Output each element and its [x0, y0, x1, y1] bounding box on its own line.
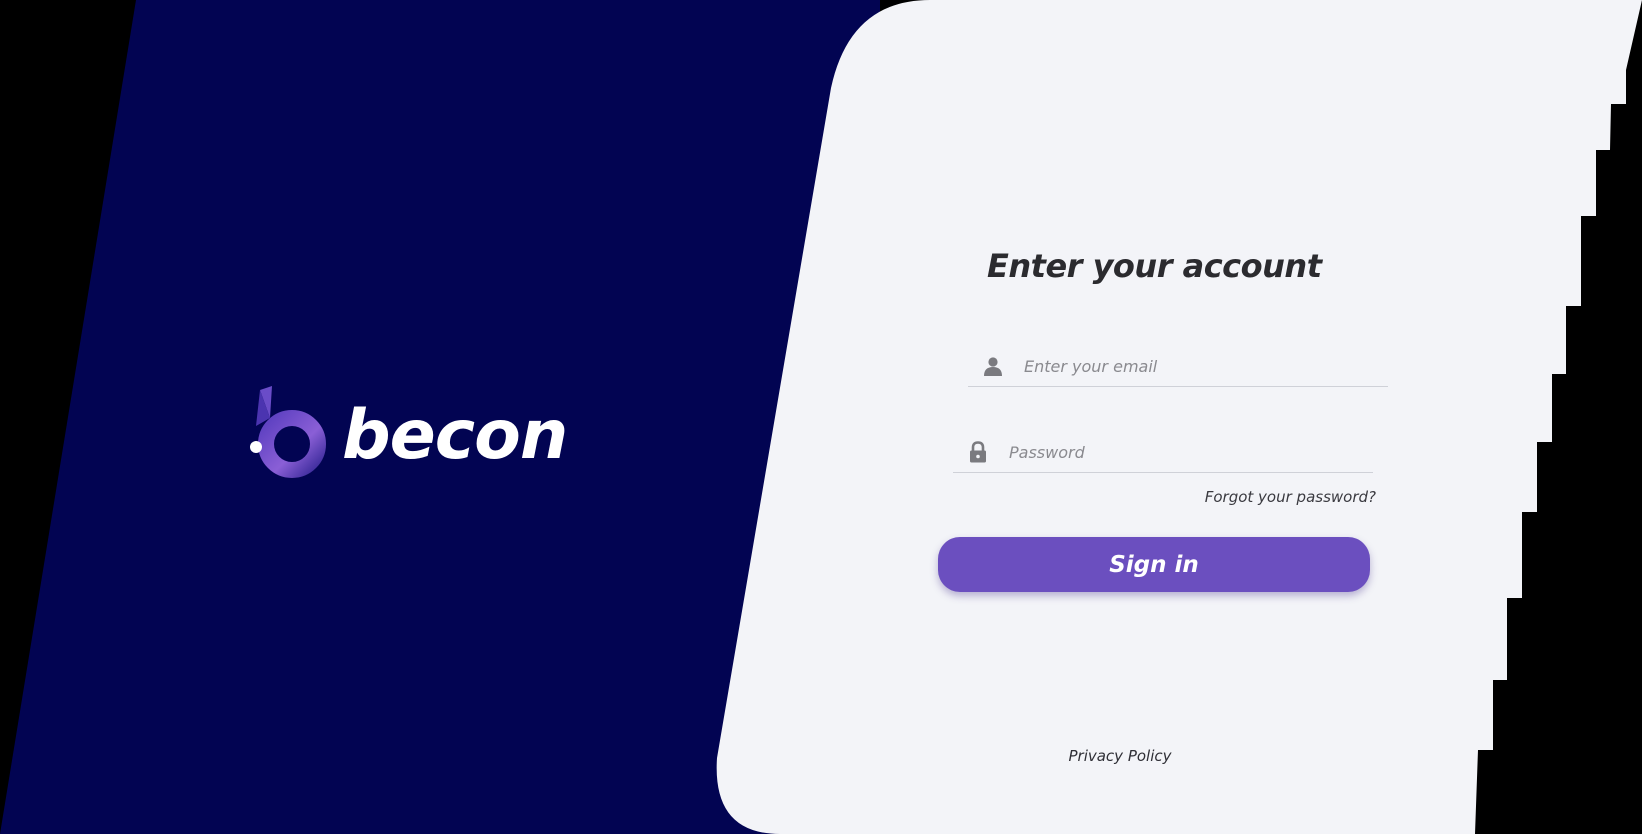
forgot-password-link[interactable]: Forgot your password? — [1160, 485, 1376, 509]
privacy-policy-link[interactable]: Privacy Policy — [1040, 744, 1200, 768]
email-field — [968, 346, 1388, 387]
login-page: becon Enter your account Forgot your pas… — [0, 0, 1642, 834]
becon-logo: becon — [250, 386, 568, 486]
password-input[interactable] — [1009, 437, 1373, 467]
sign-in-button[interactable]: Sign in — [938, 537, 1370, 592]
email-input[interactable] — [1024, 351, 1388, 381]
user-icon — [982, 355, 1004, 377]
becon-b-logo-icon — [250, 386, 326, 478]
password-field — [953, 432, 1373, 473]
lock-icon — [967, 441, 989, 463]
background-panels — [0, 0, 1642, 834]
brand-name: becon — [342, 396, 568, 475]
right-form-panel — [716, 0, 1642, 834]
form-title: Enter your account — [987, 247, 1322, 285]
